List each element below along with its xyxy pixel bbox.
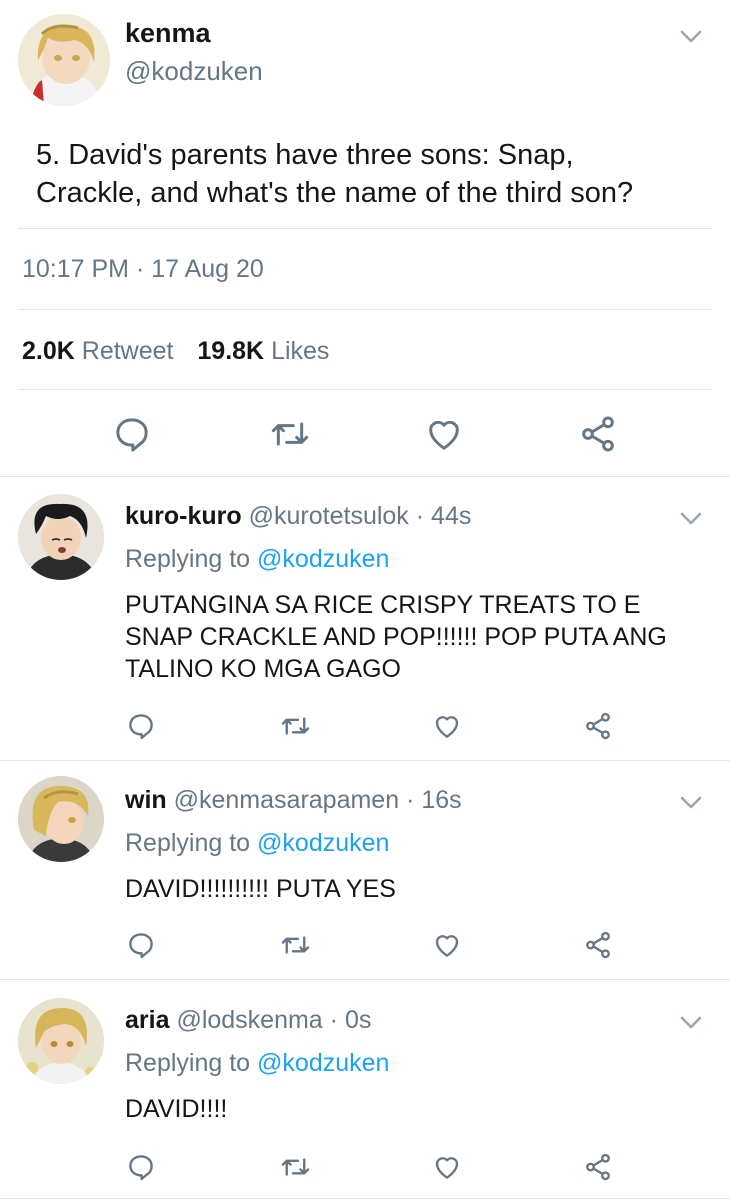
divider [0,476,730,477]
main-tweet-text: 5. David's parents have three sons: Snap… [36,136,633,212]
replying-to: Replying to @kodzuken [125,829,389,858]
like-button[interactable] [432,1152,462,1182]
like-button[interactable] [432,711,462,741]
like-icon [429,420,459,450]
reply-display-name[interactable]: win [125,786,167,814]
divider [0,1198,730,1199]
reply-display-name[interactable]: kuro-kuro [125,502,242,530]
avatar-aria[interactable] [18,998,104,1084]
reply-time: · 44s [415,502,472,530]
replying-to: Replying to @kodzuken [125,545,389,574]
reply-text-line: PUTANGINA SA RICE CRISPY TREATS TO E [125,591,641,619]
like-button[interactable] [424,414,464,454]
like-count[interactable]: 19.8K [197,337,264,365]
reply-text-line: DAVID!!!! [125,1095,228,1123]
reply-text: PUTANGINA SA RICE CRISPY TREATS TO E SNA… [125,589,667,685]
chevron-down-icon[interactable] [677,788,705,816]
retweet-label[interactable]: Retweet [82,337,174,365]
like-icon [435,716,459,738]
share-icon [586,712,610,740]
main-display-name[interactable]: kenma [125,18,211,49]
retweet-icon [281,936,310,954]
avatar-image [18,776,104,862]
tweet-timestamp: 10:17 PM · 17 Aug 20 [22,255,264,283]
like-icon [435,1157,459,1179]
reply-button[interactable] [126,711,156,741]
main-handle[interactable]: @kodzuken [125,56,263,87]
replying-to-link[interactable]: @kodzuken [257,1049,389,1077]
reply-icon [116,418,148,452]
reply-header: kuro-kuro @kurotetsulok · 44s [125,502,471,531]
reply-text: DAVID!!!! [125,1093,227,1125]
reply-display-name[interactable]: aria [125,1006,169,1034]
retweet-button[interactable] [279,1152,312,1182]
reply-handle[interactable]: @lodskenma [176,1006,322,1034]
reply-button[interactable] [126,1152,156,1182]
reply-handle[interactable]: @kenmasarapamen [174,786,400,814]
reply-text-line: DAVID!!!!!!!!!! PUTA YES [125,875,396,903]
reply-icon [129,933,153,959]
divider [18,309,712,310]
share-button[interactable] [583,930,613,960]
reply-text: DAVID!!!!!!!!!! PUTA YES [125,873,396,905]
replying-to-link[interactable]: @kodzuken [257,545,389,573]
reply-time: · 16s [406,786,462,814]
reply-time: · 0s [329,1006,372,1034]
replying-prefix: Replying to [125,829,251,857]
avatar-win[interactable] [18,776,104,862]
share-button[interactable] [583,711,613,741]
avatar-image [18,494,104,580]
avatar-image [18,14,110,106]
reply-icon [129,714,153,740]
retweet-count[interactable]: 2.0K [22,337,75,365]
chevron-down-icon[interactable] [677,1008,705,1036]
avatar-image [18,998,104,1084]
divider [0,979,730,980]
reply-handle[interactable]: @kurotetsulok [249,502,409,530]
reply-button[interactable] [126,930,156,960]
reply-header: win @kenmasarapamen · 16s [125,786,462,815]
retweet-button[interactable] [279,930,312,960]
divider [18,389,712,390]
avatar-kuro-kuro[interactable] [18,494,104,580]
like-icon [435,935,459,957]
replying-prefix: Replying to [125,545,251,573]
replying-to-link[interactable]: @kodzuken [257,829,389,857]
main-tweet-text-line: Crackle, and what's the name of the thir… [36,177,634,209]
reply-icon [129,1155,153,1181]
chevron-down-icon[interactable] [677,22,705,50]
chevron-down-icon[interactable] [677,504,705,532]
avatar-kenma[interactable] [18,14,110,106]
replying-to: Replying to @kodzuken [125,1049,389,1078]
retweet-button[interactable] [279,711,312,741]
reply-text-line: TALINO KO MGA GAGO [125,655,401,683]
share-icon [586,1153,610,1181]
retweet-icon [281,717,310,735]
reply-button[interactable] [112,414,152,454]
divider [0,760,730,761]
engagement-stats: 2.0K Retweet 19.8K Likes [22,337,329,366]
divider [18,228,712,229]
share-icon [582,416,614,452]
share-icon [586,931,610,959]
like-button[interactable] [432,930,462,960]
retweet-icon [281,1158,310,1176]
share-button[interactable] [578,414,618,454]
replying-prefix: Replying to [125,1049,251,1077]
like-label[interactable]: Likes [271,337,329,365]
retweet-icon [271,422,309,446]
reply-text-line: SNAP CRACKLE AND POP!!!!!! POP PUTA ANG [125,623,667,651]
main-tweet-text-line: 5. David's parents have three sons: Snap… [36,139,574,171]
share-button[interactable] [583,1152,613,1182]
reply-header: aria @lodskenma · 0s [125,1006,371,1035]
retweet-button[interactable] [268,414,312,454]
